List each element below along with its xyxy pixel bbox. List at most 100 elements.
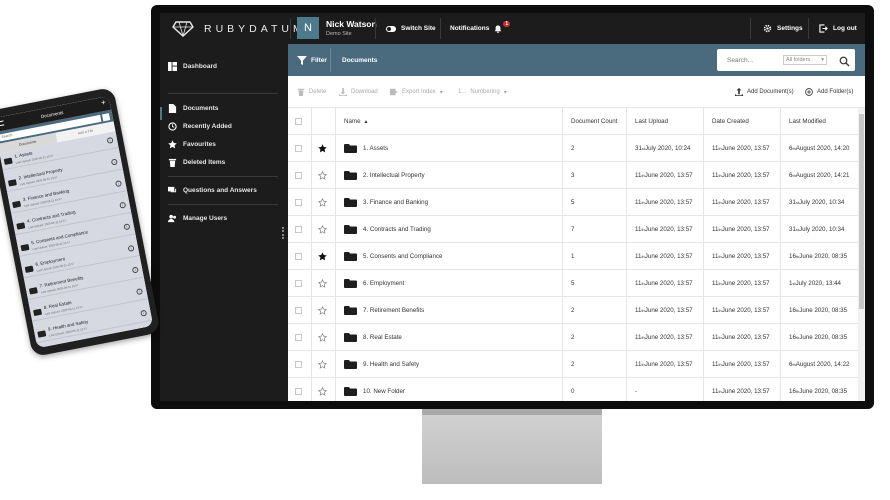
star-outline-icon[interactable]	[318, 162, 327, 189]
table-row[interactable]: 5. Consents and Compliance 1 11th June 202…	[288, 243, 858, 270]
document-count-cell: 7	[571, 216, 574, 243]
download-button[interactable]: Download	[339, 76, 378, 108]
folder-name-cell[interactable]: 8. Real Estate	[344, 324, 402, 351]
switch-site-button[interactable]: Switch Site	[386, 13, 436, 44]
export-index-button[interactable]: Export Index ▾	[390, 76, 443, 108]
date-day: 16	[789, 307, 796, 314]
table-row[interactable]: 3. Finance and Banking 5 11th June 2020, 1…	[288, 189, 858, 216]
folder-name-cell[interactable]: 1. Assets	[344, 135, 388, 162]
date-rest: July 2020, 10:34	[799, 226, 845, 233]
date-created-cell: 11th June 2020, 13:57	[712, 216, 770, 243]
star-outline-icon[interactable]	[318, 189, 327, 216]
info-icon[interactable]: i	[106, 136, 114, 144]
folder-name-cell[interactable]: 10. New Folder	[344, 378, 405, 401]
row-checkbox[interactable]	[295, 351, 302, 378]
table-row[interactable]: 4. Contracts and Trading 7 11th June 2020,…	[288, 216, 858, 243]
add-folder-button[interactable]: Add Folder(s)	[805, 76, 853, 108]
select-all-checkbox[interactable]	[295, 108, 302, 135]
logout-label: Log out	[833, 25, 857, 32]
folder-name-cell[interactable]: 2. Intellectual Property	[344, 162, 425, 189]
date-rest: June 2020, 13:57	[721, 334, 770, 341]
star-outline-icon[interactable]	[318, 351, 327, 378]
folder-name-cell[interactable]: 5. Consents and Compliance	[344, 243, 442, 270]
table-row[interactable]: 1. Assets 2 31st July 2020, 10:24 11th June…	[288, 135, 858, 162]
column-header-label: Last Modified	[789, 118, 826, 125]
date-created-cell: 11th June 2020, 13:57	[712, 243, 770, 270]
info-icon[interactable]: i	[114, 180, 123, 188]
star-outline-icon[interactable]	[318, 270, 327, 297]
star-outline-icon[interactable]	[318, 324, 327, 351]
info-icon[interactable]: i	[110, 158, 118, 166]
table-row[interactable]: 6. Employment 5 11th June 2020, 13:57 11th …	[288, 270, 858, 297]
table-row[interactable]: 7. Retirement Benefits 2 11th June 2020, 1…	[288, 297, 858, 324]
sidebar-item-label: Deleted Items	[183, 159, 226, 166]
star-filled-icon[interactable]	[318, 243, 327, 270]
sidebar-resize-handle[interactable]	[282, 227, 284, 239]
search-input[interactable]	[727, 56, 783, 64]
column-header-date-created[interactable]: Date Created	[712, 108, 749, 135]
info-icon[interactable]: i	[140, 309, 148, 317]
star-outline-icon[interactable]	[318, 216, 327, 243]
folder-name-cell[interactable]: 6. Employment	[344, 270, 404, 297]
sidebar-item-documents[interactable]: Documents	[168, 104, 218, 113]
plus-icon[interactable]: +	[100, 98, 106, 108]
table-row[interactable]: 10. New Folder 0 - 11th June 2020, 13:57 16 t…	[288, 378, 858, 401]
numbering-button[interactable]: 1... Numbering ▾	[458, 76, 507, 108]
sidebar-item-deleted-items[interactable]: Deleted Items	[168, 158, 225, 167]
row-checkbox[interactable]	[295, 189, 302, 216]
settings-button[interactable]: Settings	[763, 13, 803, 44]
column-divider	[311, 162, 312, 189]
row-checkbox[interactable]	[295, 243, 302, 270]
table-row[interactable]: 9. Health and Safety 2 11th June 2020, 13:…	[288, 351, 858, 378]
row-checkbox[interactable]	[295, 270, 302, 297]
info-icon[interactable]: i	[119, 201, 127, 209]
star-filled-icon[interactable]	[318, 135, 327, 162]
column-header-last-modified[interactable]: Last Modified	[789, 108, 826, 135]
folder-name-cell[interactable]: 9. Health and Safety	[344, 351, 419, 378]
user-menu[interactable]: N Nick Watson Demo Site	[297, 17, 377, 39]
row-checkbox[interactable]	[295, 378, 302, 401]
logout-button[interactable]: Log out	[819, 13, 857, 44]
sidebar-item-questions-and-answers[interactable]: Questions and Answers	[168, 186, 257, 195]
delete-button[interactable]: Delete	[297, 76, 326, 108]
info-icon[interactable]: i	[123, 223, 131, 231]
search-button[interactable]	[839, 54, 851, 67]
folder-scope-select[interactable]: All folders ▾	[783, 55, 827, 65]
sidebar-item-recently-added[interactable]: Recently Added	[168, 122, 232, 131]
numbering-label: Numbering	[470, 89, 500, 95]
bell-icon: 1	[494, 20, 511, 33]
brand-logo[interactable]: RUBYDATUM	[172, 13, 306, 44]
scrollbar-thumb[interactable]	[859, 114, 864, 309]
row-checkbox[interactable]	[295, 135, 302, 162]
notifications-button[interactable]: Notifications 1	[450, 13, 511, 44]
star-outline-icon[interactable]	[318, 378, 327, 401]
folder-name-cell[interactable]: 3. Finance and Banking	[344, 189, 428, 216]
phone-search-icon[interactable]	[101, 112, 111, 121]
column-header-name[interactable]: Name ▲	[344, 108, 368, 135]
row-checkbox[interactable]	[295, 297, 302, 324]
info-icon[interactable]: i	[131, 266, 139, 274]
star-outline-icon[interactable]	[318, 297, 327, 324]
document-count-cell: 2	[571, 297, 574, 324]
column-divider	[335, 324, 336, 351]
chat-icon	[168, 186, 177, 193]
folder-name-cell[interactable]: 4. Contracts and Trading	[344, 216, 431, 243]
sidebar-item-manage-users[interactable]: Manage Users	[168, 214, 227, 223]
info-icon[interactable]: i	[135, 288, 144, 296]
info-icon[interactable]: i	[127, 244, 135, 252]
row-checkbox[interactable]	[295, 324, 302, 351]
checkbox	[295, 280, 302, 287]
folder-name-cell[interactable]: 7. Retirement Benefits	[344, 297, 424, 324]
add-document-button[interactable]: Add Document(s)	[735, 76, 794, 108]
table-scrollbar[interactable]	[858, 108, 865, 401]
sidebar-item-favourites[interactable]: Favourites	[168, 140, 216, 149]
sidebar-item-dashboard[interactable]: Dashboard	[168, 62, 217, 71]
filter-button[interactable]: Filter	[297, 44, 327, 76]
table-row[interactable]: 2. Intellectual Property 3 11th June 2020,…	[288, 162, 858, 189]
row-checkbox[interactable]	[295, 216, 302, 243]
row-checkbox[interactable]	[295, 162, 302, 189]
table-row[interactable]: 8. Real Estate 2 11th June 2020, 13:57 11th…	[288, 324, 858, 351]
column-header-document-count[interactable]: Document Count	[571, 108, 617, 135]
hamburger-menu-icon[interactable]	[0, 120, 5, 127]
column-header-last-upload[interactable]: Last Upload	[635, 108, 668, 135]
